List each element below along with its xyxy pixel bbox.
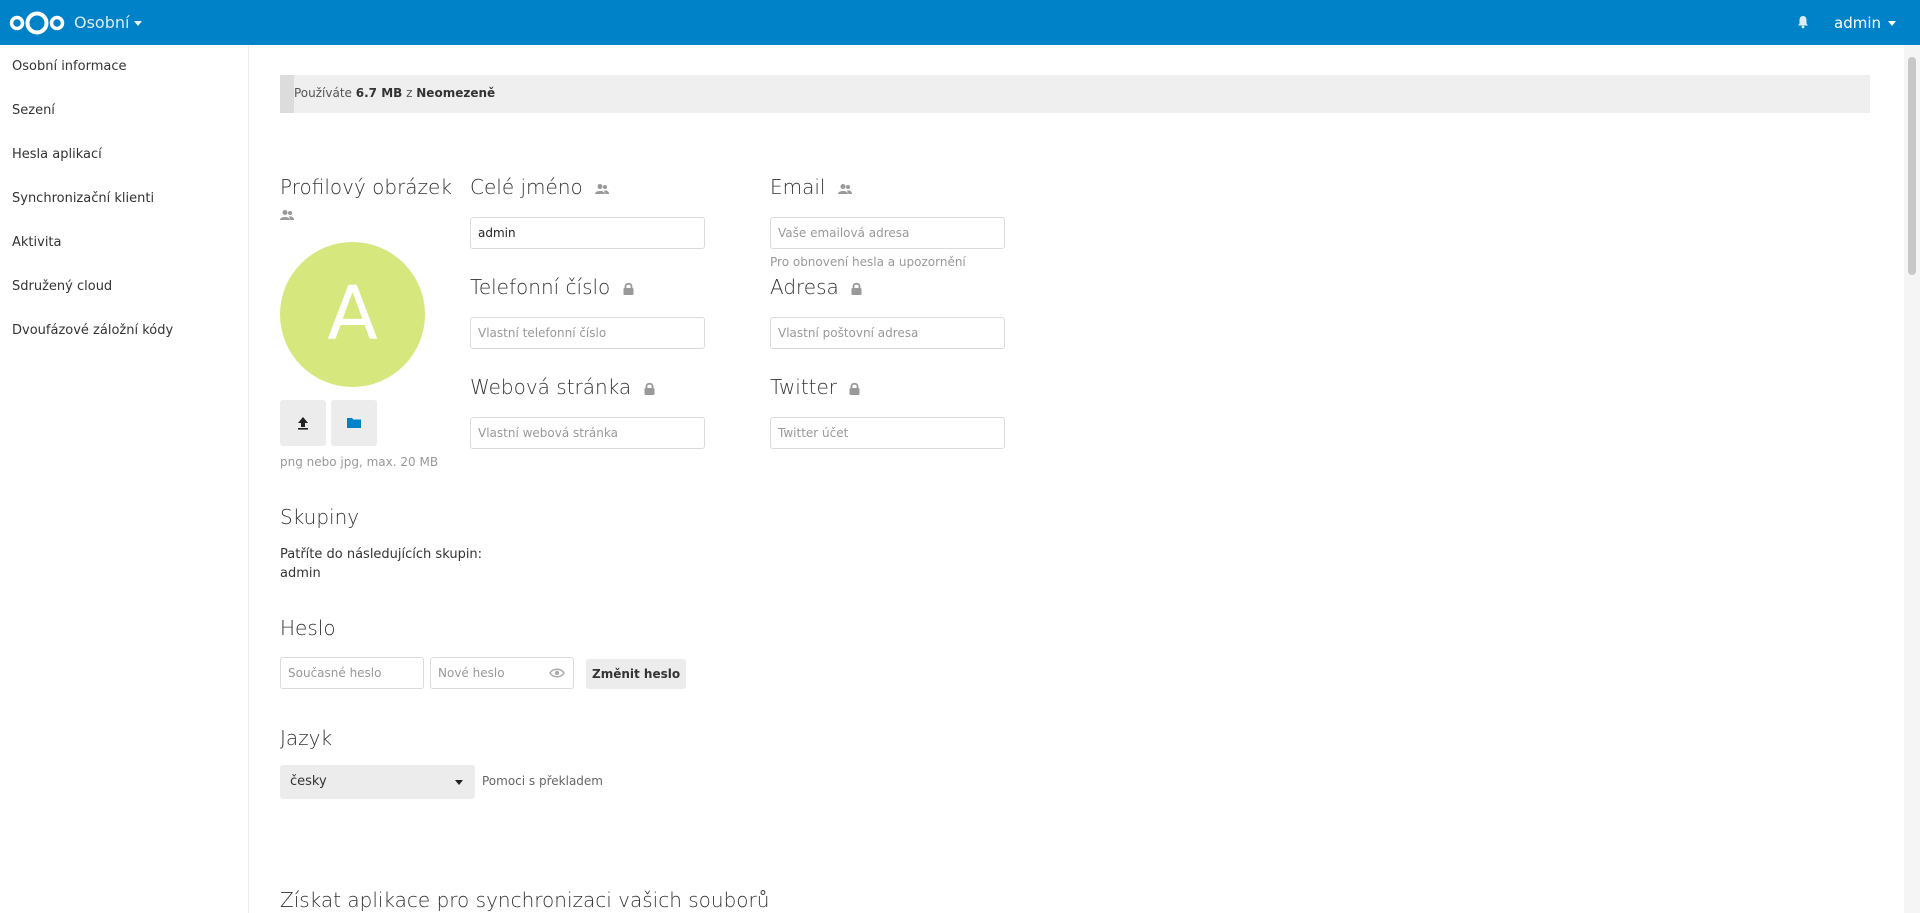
quota-middle: z (406, 86, 413, 100)
twitter-label: Twitter (770, 375, 838, 399)
email-heading: Email (770, 175, 852, 199)
sidebar-item-federated-cloud[interactable]: Sdružený cloud (0, 265, 248, 309)
address-field[interactable] (770, 317, 1005, 349)
website-label: Webová stránka (470, 375, 632, 399)
language-select[interactable]: česky (280, 765, 475, 799)
choose-from-files-button[interactable] (331, 400, 377, 446)
app-menu-toggle[interactable]: Osobní (74, 13, 143, 32)
sync-apps-heading: Získat aplikace pro synchronizaci vašich… (280, 888, 770, 912)
contacts-visibility-icon[interactable] (280, 209, 294, 221)
scrollbar-thumb[interactable] (1908, 57, 1916, 275)
page-scrollbar[interactable] (1904, 45, 1920, 913)
app-menu-label: Osobní (74, 13, 130, 32)
email-label: Email (770, 175, 826, 199)
lock-icon[interactable] (644, 382, 655, 395)
contacts-visibility-icon[interactable] (595, 183, 610, 195)
phone-heading: Telefonní číslo (470, 275, 634, 299)
email-field[interactable] (770, 217, 1005, 249)
change-password-button[interactable]: Změnit heslo (586, 659, 687, 689)
upload-icon (298, 417, 308, 430)
user-name: admin (1834, 14, 1881, 32)
avatar: A (280, 242, 425, 387)
main-content: Používáte 6.7 MB z Neomezeně Profilový o… (250, 45, 1900, 913)
website-field[interactable] (470, 417, 705, 449)
language-selected: česky (290, 774, 327, 789)
avatar-format-hint: png nebo jpg, max. 20 MB (280, 455, 439, 469)
address-heading: Adresa (770, 275, 862, 299)
profile-picture-label: Profilový obrázek (280, 175, 452, 199)
groups-intro: Patříte do následujících skupin: (280, 547, 483, 562)
language-heading: Jazyk (280, 726, 333, 750)
website-heading: Webová stránka (470, 375, 655, 399)
twitter-field[interactable] (770, 417, 1005, 449)
sidebar-item-sessions[interactable]: Sezení (0, 89, 248, 133)
quota-total: Neomezeně (416, 86, 496, 100)
quota-fill (280, 75, 294, 113)
address-label: Adresa (770, 275, 839, 299)
phone-label: Telefonní číslo (470, 275, 611, 299)
upload-avatar-button[interactable] (280, 400, 326, 446)
quota-bar: Používáte 6.7 MB z Neomezeně (280, 75, 1870, 113)
full-name-heading: Celé jméno (470, 175, 610, 199)
sidebar-item-app-passwords[interactable]: Hesla aplikací (0, 133, 248, 177)
quota-used: 6.7 MB (355, 86, 403, 100)
chevron-down-icon (134, 21, 143, 26)
top-header: Osobní admin (0, 0, 1920, 45)
phone-field[interactable] (470, 317, 705, 349)
profile-picture-heading: Profilový obrázek (280, 175, 452, 199)
sidebar-item-backup-codes[interactable]: Dvoufázové záložní kódy (0, 309, 248, 353)
quota-prefix: Používáte (294, 86, 352, 100)
password-heading: Heslo (280, 616, 336, 640)
quota-text: Používáte 6.7 MB z Neomezeně (294, 86, 495, 100)
full-name-field[interactable] (470, 217, 705, 249)
sidebar-item-sync-clients[interactable]: Synchronizační klienti (0, 177, 248, 221)
nextcloud-logo-icon[interactable] (8, 10, 66, 36)
lock-icon[interactable] (849, 382, 860, 395)
contacts-visibility-icon[interactable] (837, 183, 852, 195)
twitter-heading: Twitter (770, 375, 860, 399)
folder-icon (347, 418, 361, 428)
full-name-label: Celé jméno (470, 175, 583, 199)
lock-icon[interactable] (623, 282, 634, 295)
help-translate-link[interactable]: Pomoci s překladem (482, 774, 603, 788)
sidebar-item-personal-info[interactable]: Osobní informace (0, 45, 248, 89)
email-hint: Pro obnovení hesla a upozornění (770, 255, 966, 269)
user-menu-toggle[interactable]: admin (1834, 14, 1896, 32)
lock-icon[interactable] (851, 282, 862, 295)
chevron-down-icon (455, 780, 463, 785)
bell-icon[interactable] (1796, 15, 1810, 29)
eye-icon[interactable] (549, 668, 565, 678)
chevron-down-icon (1888, 21, 1896, 26)
current-password-field[interactable] (280, 657, 424, 689)
settings-sidebar: Osobní informace Sezení Hesla aplikací S… (0, 45, 249, 913)
sidebar-item-activity[interactable]: Aktivita (0, 221, 248, 265)
groups-list: admin (280, 566, 321, 581)
groups-heading: Skupiny (280, 505, 360, 529)
